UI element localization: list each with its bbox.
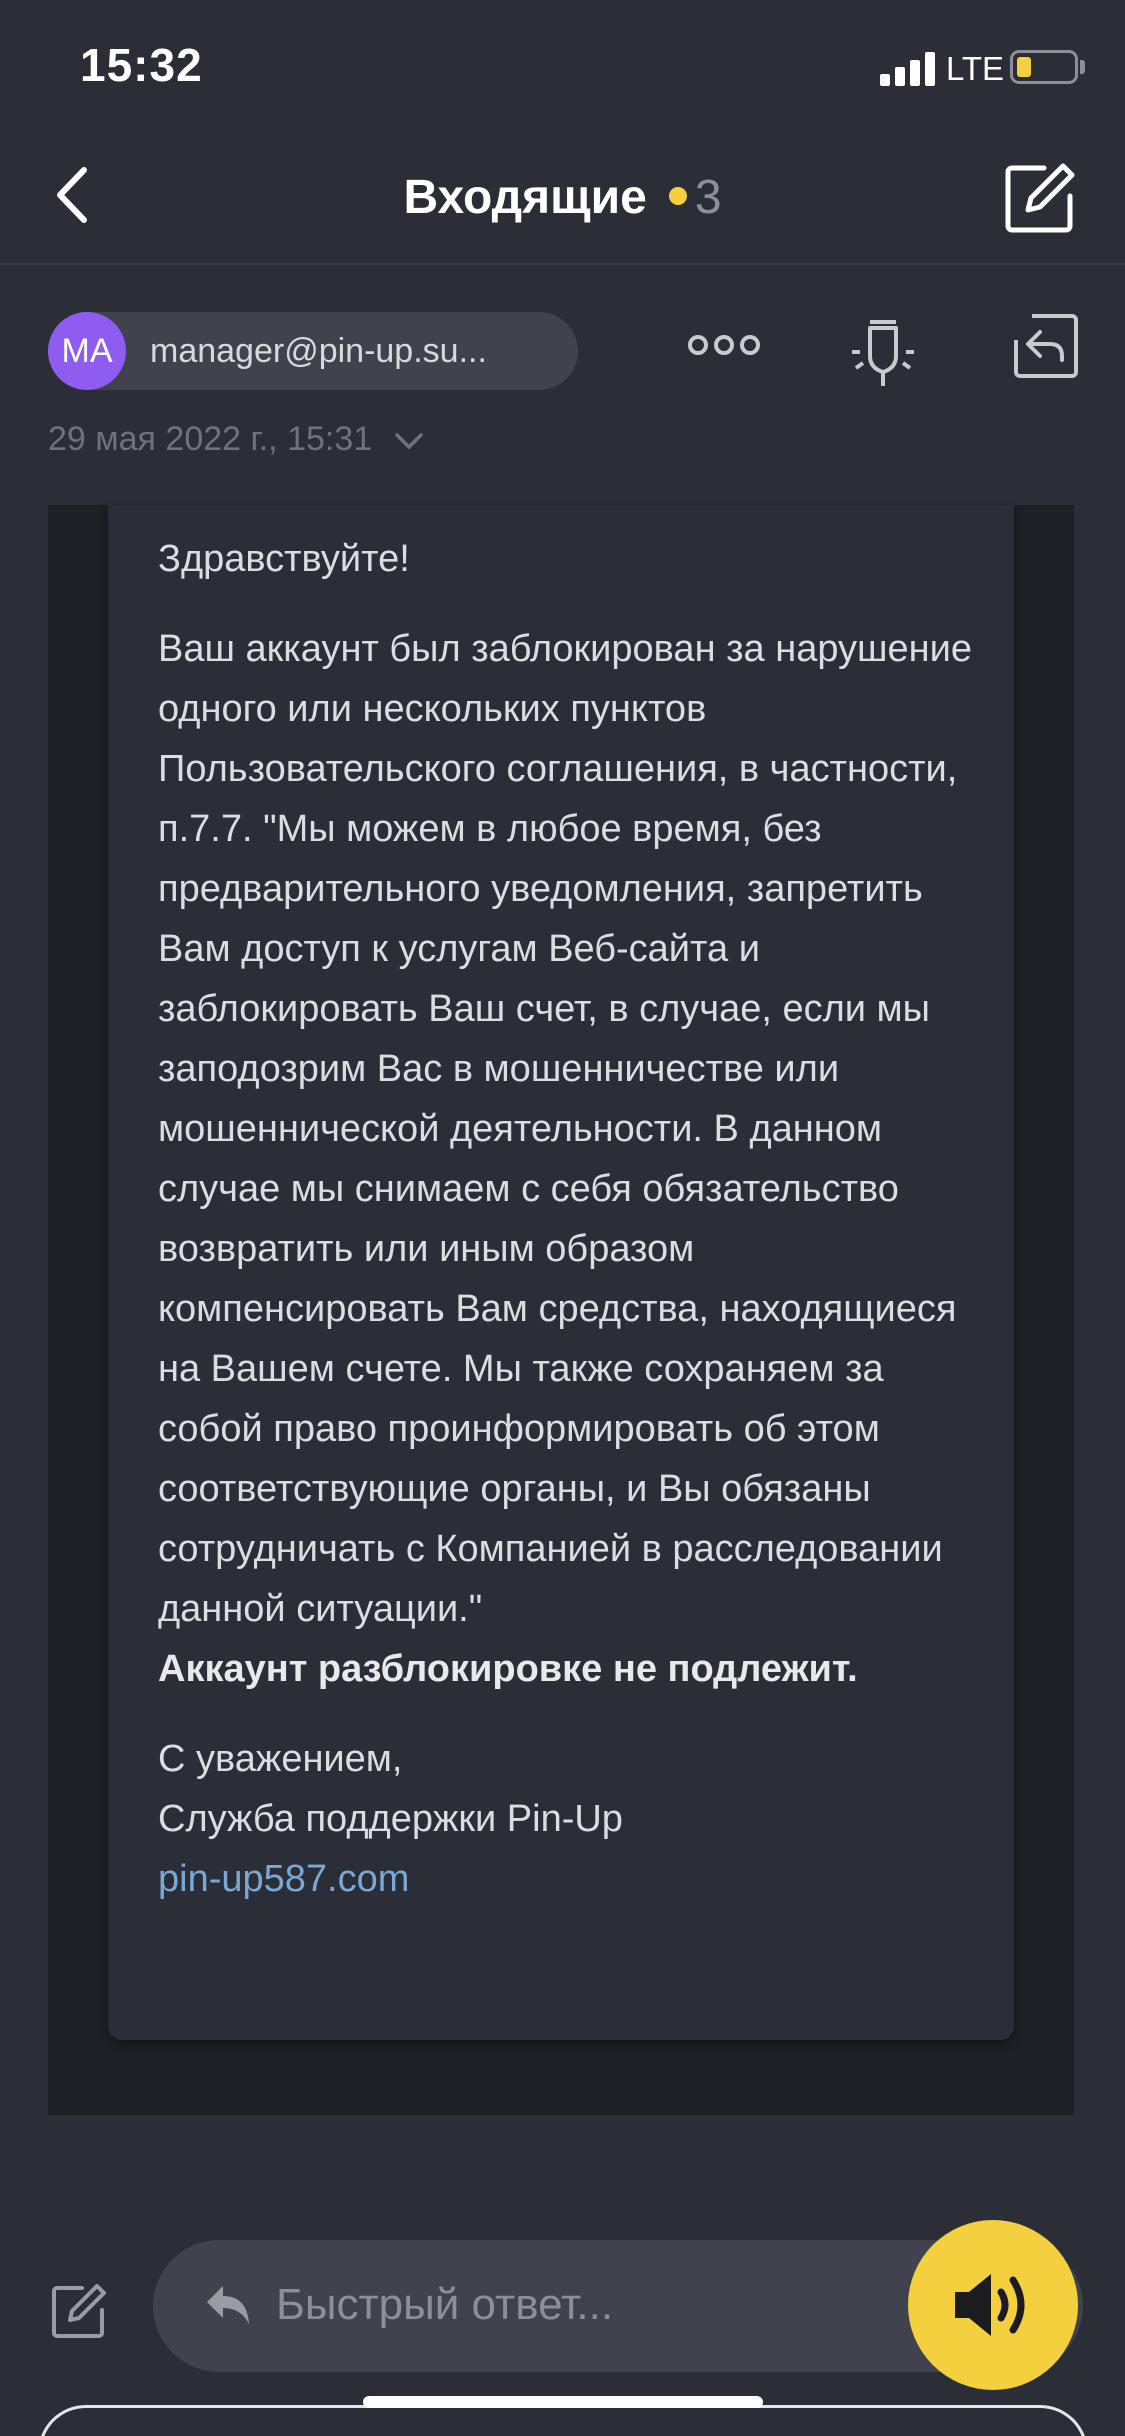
battery-icon [1010,50,1078,84]
bulb-icon [852,320,914,386]
message-date[interactable]: 29 мая 2022 г., 15:31 [48,420,424,459]
reply-button[interactable] [1010,310,1082,382]
email-text: Здравствуйте! Ваш аккаунт был заблокиров… [158,505,978,1909]
email-greeting: Здравствуйте! [158,538,410,580]
speaker-icon [955,2274,1025,2336]
compose-button[interactable] [1000,158,1080,238]
reply-icon [1014,314,1078,378]
sender-chip[interactable]: MA manager@pin-up.su... [48,312,578,390]
battery-tip [1080,60,1085,74]
email-signature: Служба поддержки Pin-Up [158,1798,623,1840]
folder-name: Входящие [403,171,647,224]
more-button[interactable] [686,320,762,370]
page-title: Входящие 3 [0,170,1125,225]
bottom-sheet-edge [38,2405,1088,2436]
date-text: 29 мая 2022 г., 15:31 [48,420,373,458]
network-type: LTE [946,50,1005,87]
quick-reply-placeholder: Быстрый ответ... [276,2280,614,2329]
bulb-button[interactable] [848,308,918,394]
nav-bar: Входящие 3 [0,130,1125,265]
email-closing: С уважением, [158,1738,403,1780]
email-body-frame: Здравствуйте! Ваш аккаунт был заблокиров… [48,505,1074,2115]
compose-icon [1005,163,1075,233]
status-time: 15:32 [80,39,203,91]
reply-arrow-icon [207,2286,249,2324]
signal-icon [880,52,936,86]
unread-dot [668,187,687,206]
email-bold-line: Аккаунт разблокировке не подлежит. [158,1648,858,1690]
paragraph-text: Ваш аккаунт был заблокирован за нарушени… [158,628,973,1630]
email-link[interactable]: pin-up587.com [158,1858,409,1900]
email-paragraph: Ваш аккаунт был заблокирован за нарушени… [158,619,978,1699]
bottom-compose-button[interactable] [48,2280,110,2342]
chevron-down-icon [394,433,423,450]
avatar: MA [48,312,126,390]
home-indicator[interactable] [363,2396,763,2408]
sender-email: manager@pin-up.su... [150,332,487,370]
voice-button[interactable] [908,2220,1078,2390]
email-body: Здравствуйте! Ваш аккаунт был заблокиров… [108,505,1014,2040]
compose-icon [52,2284,106,2338]
more-icon [688,335,760,355]
status-bar: 15:32 LTE [0,0,1125,130]
unread-count: 3 [694,171,722,224]
